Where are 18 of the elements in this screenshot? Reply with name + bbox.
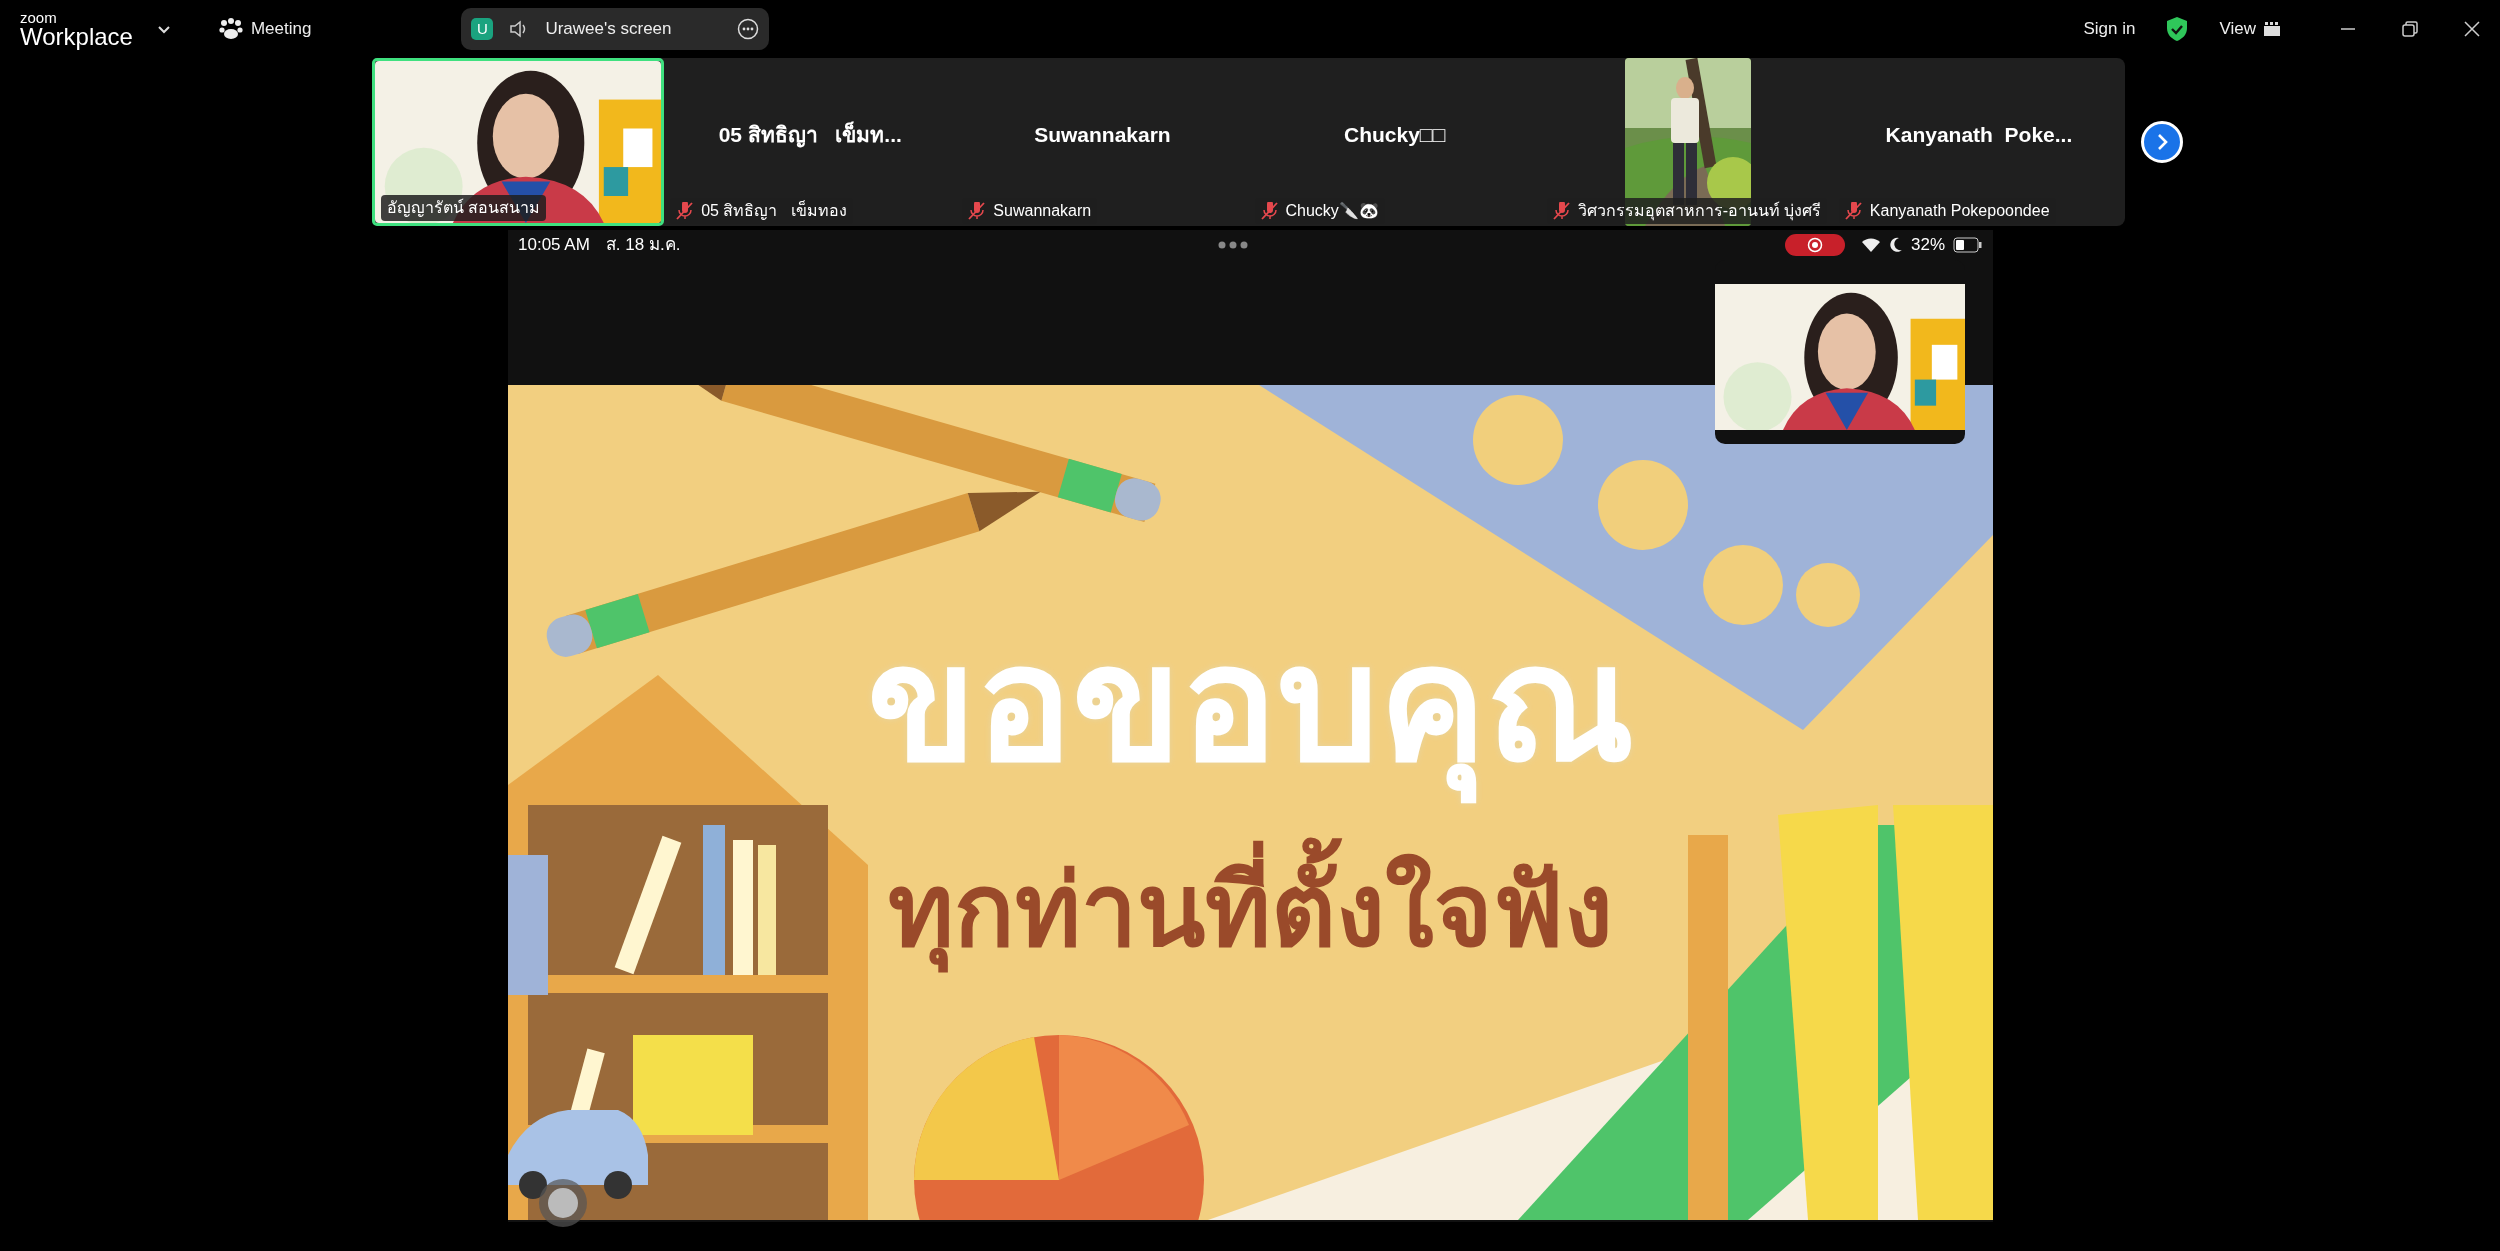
participant-name: 05 สิทธิญา เข็มท... <box>718 120 902 150</box>
logo-text: Workplace <box>20 24 133 49</box>
battery-percent: 32% <box>1910 234 1945 257</box>
slide-title: ขอขอบคุณ <box>508 600 1993 808</box>
status-time: 10:05 AM <box>518 234 590 257</box>
active-video-tile[interactable]: อัญญารัตน์ สอนสนาม <box>372 58 665 226</box>
participant-name: Chucky□□ <box>1343 122 1446 149</box>
status-date: ส. 18 ม.ค. <box>605 234 681 257</box>
participant-name: Suwannakarn <box>1034 122 1171 149</box>
participant-name: Kanyanath Poke... <box>1885 122 2073 149</box>
screen-share-label: Urawee's screen <box>545 18 673 41</box>
sign-in-link[interactable]: Sign in <box>2083 16 2136 42</box>
meeting-label[interactable]: Meeting <box>250 16 312 42</box>
screen-share-pill[interactable]: U Urawee's screen <box>461 8 770 50</box>
logo-text: zoom <box>20 9 58 25</box>
view-button[interactable]: View <box>2219 16 2280 42</box>
participant-label: อัญญารัตน์ สอนสนาม <box>381 195 547 221</box>
avatar-icon: U <box>471 18 494 40</box>
